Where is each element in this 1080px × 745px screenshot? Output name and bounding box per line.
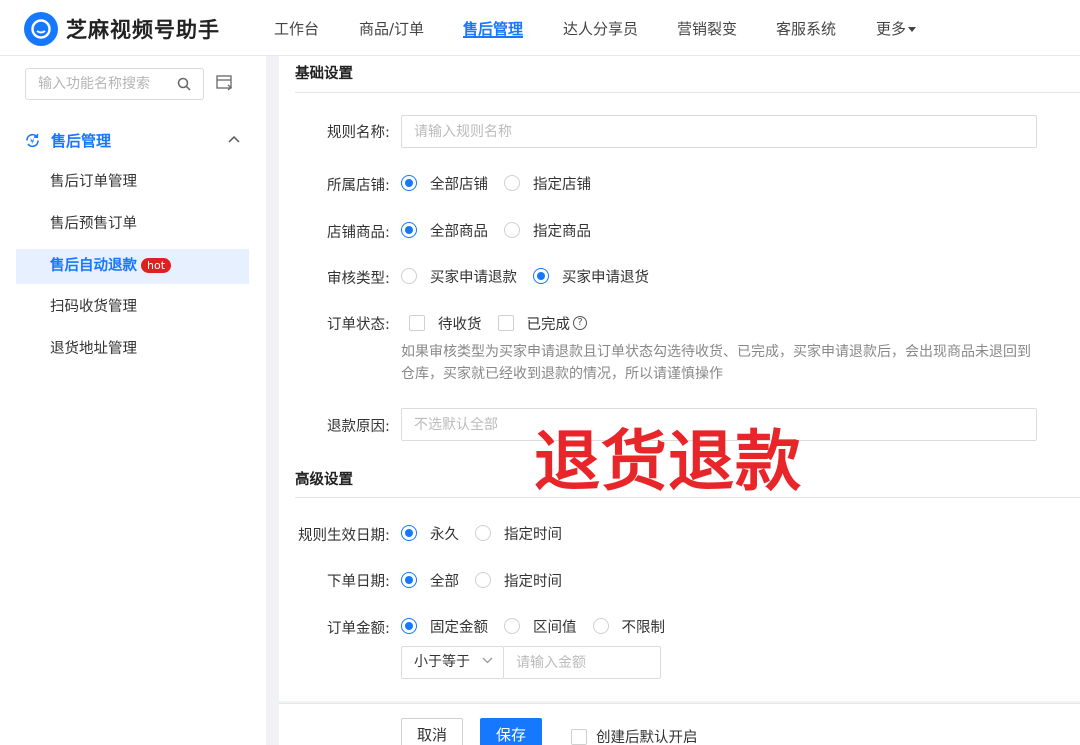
valid-date-radio-group: 永久 指定时间	[401, 522, 578, 544]
radio-label: 指定商品	[533, 223, 591, 240]
sidebar-item-return-address[interactable]: 退货地址管理	[16, 332, 249, 367]
rule-name-label: 规则名称:	[327, 125, 390, 141]
goods-radio-group: 全部商品 指定商品	[401, 219, 607, 241]
caret-down-icon	[908, 27, 917, 32]
hot-badge: hot	[141, 258, 172, 273]
radio-all-goods[interactable]	[401, 222, 417, 238]
chevron-up-icon	[228, 135, 240, 143]
checkbox-label: 待收货	[438, 316, 482, 333]
sidebar-item-after-sales-orders[interactable]: 售后订单管理	[16, 165, 249, 200]
radio-label: 全部店铺	[430, 176, 488, 193]
radio-buyer-return[interactable]	[533, 268, 549, 284]
radio-label: 固定金额	[430, 619, 488, 636]
refund-cycle-icon: ¥	[26, 133, 39, 147]
store-label: 所属店铺:	[327, 178, 390, 194]
checkbox-pending-receipt[interactable]	[409, 315, 425, 331]
radio-label: 全部商品	[430, 223, 488, 240]
top-navbar: 芝麻视频号助手 工作台 商品/订单 售后管理 达人分享员 营销裂变 客服系统 更…	[0, 0, 1080, 56]
divider	[295, 497, 1080, 498]
save-button[interactable]: 保存	[480, 718, 543, 745]
radio-label: 买家申请退款	[430, 269, 517, 286]
order-status-checkbox-group: 待收货 已完成?	[409, 312, 587, 334]
function-search-input[interactable]	[26, 69, 166, 99]
review-type-label: 审核类型:	[327, 271, 390, 287]
app-logo[interactable]: 芝麻视频号助手	[24, 12, 220, 46]
checkbox-default-open[interactable]	[571, 728, 587, 745]
order-status-label: 订单状态:	[327, 317, 390, 333]
sidebar: ¥ 售后管理 售后订单管理 售后预售订单 售后自动退款 hot 扫码收货管理 退货…	[0, 56, 266, 745]
review-type-radio-group: 买家申请退款 买家申请退货	[401, 265, 665, 287]
order-date-radio-group: 全部 指定时间	[401, 569, 578, 591]
radio-specific-store[interactable]	[504, 175, 520, 191]
basic-settings-title: 基础设置	[295, 66, 353, 82]
form-footer: 取消 保存 创建后默认开启	[279, 703, 1080, 745]
radio-label: 永久	[430, 526, 459, 543]
default-open-label: 创建后默认开启	[596, 730, 698, 745]
overlay-annotation: 退货退款	[534, 423, 802, 500]
radio-label: 指定时间	[504, 526, 562, 543]
default-open-option: 创建后默认开启	[571, 726, 698, 745]
radio-label: 全部	[430, 573, 459, 590]
refund-reason-label: 退款原因:	[327, 419, 390, 435]
nav-workbench[interactable]: 工作台	[274, 18, 319, 39]
radio-all-stores[interactable]	[401, 175, 417, 191]
radio-label: 不限制	[621, 619, 666, 636]
function-search	[25, 68, 204, 100]
radio-label: 区间值	[533, 619, 577, 636]
radio-fixed-amount[interactable]	[401, 618, 417, 634]
nav-more-label: 更多	[876, 20, 907, 38]
sidebar-item-label: 售后自动退款	[50, 258, 137, 274]
nav-goods-orders[interactable]: 商品/订单	[359, 18, 424, 39]
radio-range-value[interactable]	[504, 618, 520, 634]
radio-permanent[interactable]	[401, 525, 417, 541]
checkbox-completed[interactable]	[497, 315, 514, 331]
valid-date-label: 规则生效日期:	[298, 528, 390, 544]
order-status-hint: 如果审核类型为买家申请退款且订单状态勾选待收货、已完成，买家申请退款后，会出现商…	[401, 344, 1031, 382]
sidebar-group-label: 售后管理	[51, 131, 112, 150]
divider	[295, 92, 1080, 93]
order-amount-radio-group: 固定金额 区间值 不限制	[401, 615, 681, 637]
help-icon[interactable]: ?	[573, 316, 587, 330]
nav-customer-service[interactable]: 客服系统	[776, 18, 836, 39]
sidebar-group-after-sales[interactable]: ¥ 售后管理	[24, 128, 244, 152]
sidebar-item-auto-refund[interactable]: 售后自动退款 hot	[16, 249, 249, 284]
sidebar-item-scan-receive[interactable]: 扫码收货管理	[16, 290, 249, 325]
amount-input[interactable]	[504, 646, 661, 679]
radio-buyer-refund[interactable]	[401, 268, 417, 284]
radio-label: 买家申请退货	[562, 269, 649, 286]
search-icon[interactable]	[177, 77, 191, 91]
logo-icon	[24, 12, 58, 46]
compare-operator-select[interactable]: 小于等于	[401, 646, 504, 679]
nav-marketing[interactable]: 营销裂变	[677, 18, 737, 39]
radio-order-specific-time[interactable]	[475, 572, 491, 588]
collapse-sidebar-icon[interactable]	[216, 75, 234, 91]
cancel-button[interactable]: 取消	[401, 718, 464, 745]
radio-label: 指定店铺	[533, 176, 591, 193]
compare-operator-value: 小于等于	[414, 654, 470, 670]
checkbox-label: 已完成	[526, 316, 571, 333]
chevron-down-icon	[482, 657, 493, 664]
nav-more[interactable]: 更多	[876, 18, 917, 39]
order-amount-label: 订单金额:	[327, 621, 390, 637]
radio-label: 指定时间	[504, 573, 562, 590]
sidebar-item-presale-orders[interactable]: 售后预售订单	[16, 207, 249, 242]
order-date-label: 下单日期:	[327, 574, 390, 590]
advanced-settings-title: 高级设置	[295, 472, 353, 488]
radio-unlimited[interactable]	[592, 618, 609, 634]
rule-name-input[interactable]	[401, 115, 1037, 148]
svg-text:¥: ¥	[30, 137, 35, 145]
main-form: 基础设置 规则名称: 所属店铺: 全部店铺 指定店铺 店铺商品: 全部商品 指定…	[279, 56, 1080, 701]
nav-active-indicator	[463, 36, 523, 38]
app-title: 芝麻视频号助手	[66, 18, 220, 42]
store-radio-group: 全部店铺 指定店铺	[401, 172, 607, 194]
radio-all-dates[interactable]	[401, 572, 417, 588]
radio-specific-goods[interactable]	[504, 222, 520, 238]
nav-influencer[interactable]: 达人分享员	[563, 18, 638, 39]
goods-label: 店铺商品:	[327, 225, 390, 241]
radio-valid-specific-time[interactable]	[475, 525, 491, 541]
